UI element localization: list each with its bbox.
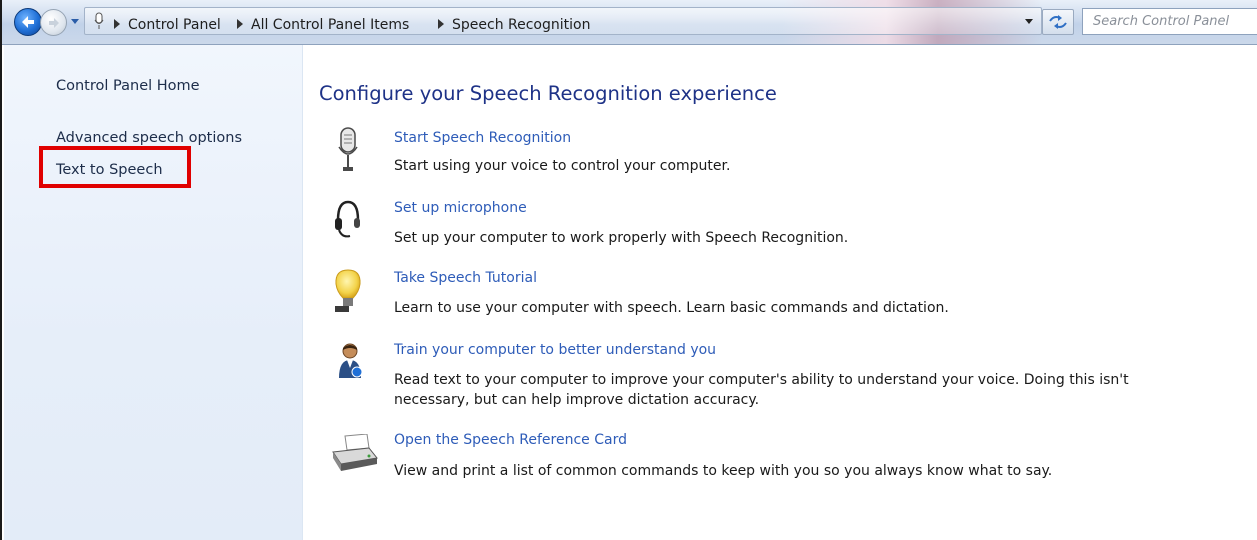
- control-panel-window: Control Panel All Control Panel Items Sp…: [0, 0, 1257, 540]
- task-description: Set up your computer to work properly wi…: [394, 230, 849, 246]
- back-arrow-icon: [22, 16, 34, 28]
- refresh-icon: [1049, 15, 1067, 29]
- control-panel-home-link[interactable]: Control Panel Home: [56, 78, 200, 94]
- breadcrumb-separator-icon[interactable]: [237, 19, 243, 29]
- address-bar: Control Panel All Control Panel Items Sp…: [2, 0, 1257, 45]
- open-speech-reference-card-link[interactable]: Open the Speech Reference Card: [394, 432, 627, 448]
- advanced-speech-options-link[interactable]: Advanced speech options: [56, 130, 242, 146]
- forward-button[interactable]: [40, 9, 67, 36]
- set-up-microphone-link[interactable]: Set up microphone: [394, 200, 527, 216]
- back-button[interactable]: [14, 8, 42, 36]
- refresh-button[interactable]: [1042, 9, 1074, 35]
- start-speech-recognition-link[interactable]: Start Speech Recognition: [394, 130, 571, 146]
- headset-icon: [335, 200, 360, 238]
- task-description: Learn to use your computer with speech. …: [394, 300, 949, 316]
- recent-pages-dropdown[interactable]: [69, 14, 81, 28]
- microphone-icon: [338, 127, 358, 171]
- breadcrumb-control-panel[interactable]: Control Panel: [128, 17, 221, 33]
- left-navigation-pane: Control Panel Home Advanced speech optio…: [4, 45, 303, 540]
- task-description: View and print a list of common commands…: [394, 463, 1053, 479]
- lightbulb-icon: [335, 269, 361, 312]
- task-description: Start using your voice to control your c…: [394, 158, 731, 174]
- chevron-down-icon: [71, 18, 79, 24]
- breadcrumb-speech-recognition[interactable]: Speech Recognition: [452, 17, 590, 33]
- breadcrumb-separator-icon[interactable]: [438, 19, 444, 29]
- person-icon: [339, 343, 363, 378]
- search-input[interactable]: Search Control Panel: [1082, 8, 1257, 35]
- breadcrumb-all-items[interactable]: All Control Panel Items: [251, 17, 409, 33]
- page-title: Configure your Speech Recognition experi…: [319, 82, 777, 105]
- task-description: Read text to your computer to improve yo…: [394, 372, 1129, 408]
- breadcrumb-separator-icon[interactable]: [114, 19, 120, 29]
- take-speech-tutorial-link[interactable]: Take Speech Tutorial: [394, 270, 537, 286]
- highlight-annotation: [39, 146, 191, 188]
- train-computer-link[interactable]: Train your computer to better understand…: [394, 342, 716, 358]
- forward-arrow-icon: [48, 17, 59, 28]
- chevron-down-icon: [1025, 19, 1033, 24]
- printer-icon: [332, 434, 378, 471]
- address-dropdown-button[interactable]: [1022, 15, 1036, 29]
- microphone-icon: [94, 12, 104, 29]
